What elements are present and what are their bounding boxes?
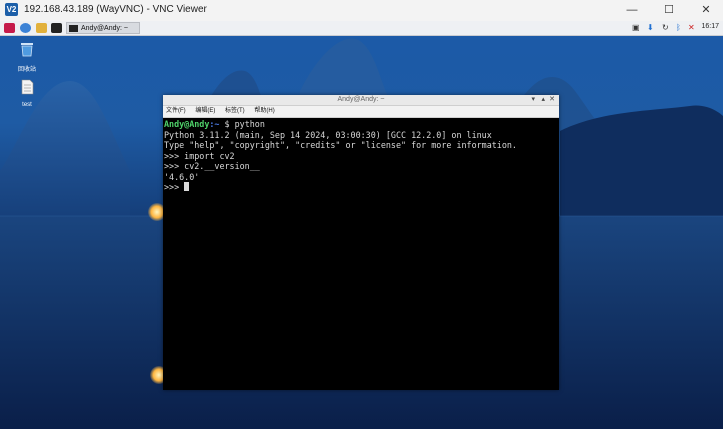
python-prompt: >>>	[164, 182, 185, 192]
output-line: Type "help", "copyright", "credits" or "…	[164, 140, 517, 150]
trash-icon	[21, 43, 33, 57]
menu-edit[interactable]: 编辑(E)	[195, 108, 215, 114]
prompt-user: Andy@Andy	[164, 119, 210, 129]
prompt-path: :~	[209, 119, 220, 129]
taskbar-terminal-button[interactable]: Andy@Andy: ~	[66, 22, 140, 34]
taskbar-button-label: Andy@Andy: ~	[81, 25, 128, 32]
terminal-output[interactable]: Andy@Andy:~ $ python Python 3.11.2 (main,…	[163, 118, 559, 193]
terminal-minimize-button[interactable]: ▾	[531, 95, 535, 105]
remote-desktop[interactable]: Andy@Andy: ~ ▣ ⬇ ↻ ᛒ ✕ 16:17 回收站 test An…	[0, 21, 723, 429]
terminal-title: Andy@Andy: ~	[337, 96, 385, 103]
menu-file[interactable]: 文件(F)	[166, 108, 186, 114]
output-line: >>> cv2.__version__	[164, 161, 260, 171]
menu-tabs[interactable]: 标签(T)	[225, 108, 245, 114]
raspberry-menu-icon[interactable]	[4, 23, 15, 33]
maximize-button[interactable]: ☐	[652, 0, 686, 21]
terminal-titlebar[interactable]: Andy@Andy: ~ ▾ ▴ ✕	[163, 95, 559, 106]
top-panel: Andy@Andy: ~ ▣ ⬇ ↻ ᛒ ✕ 16:17	[0, 21, 723, 36]
file-icon	[21, 79, 34, 95]
output-line: '4.6.0'	[164, 171, 200, 182]
desktop-icon-label: test	[22, 102, 32, 108]
output-line: >>> import cv2	[164, 150, 235, 161]
close-button[interactable]: ✕	[689, 0, 723, 21]
browser-icon[interactable]	[20, 23, 31, 33]
panel-clock: 16:17	[701, 23, 719, 30]
output-line: Python 3.11.2 (main, Sep 14 2024, 03:00:…	[164, 129, 492, 140]
desktop-icon-trash[interactable]: 回收站	[12, 41, 42, 73]
prompt-line: Andy@Andy:~ $ python	[164, 119, 558, 130]
prompt-symbol: $	[219, 119, 235, 129]
terminal-icon[interactable]	[51, 23, 62, 33]
desktop-icon-test[interactable]: test	[12, 79, 42, 108]
terminal-close-button[interactable]: ✕	[549, 95, 555, 105]
wifi-icon[interactable]: ✕	[688, 23, 695, 33]
menu-help[interactable]: 帮助(H)	[254, 108, 274, 114]
window-title: 192.168.43.189 (WayVNC) - VNC Viewer	[24, 4, 207, 15]
terminal-window[interactable]: Andy@Andy: ~ ▾ ▴ ✕ 文件(F) 编辑(E) 标签(T) 帮助(…	[163, 95, 559, 390]
vnc-tray-icon[interactable]: ▣	[632, 23, 640, 33]
vnc-titlebar: V2 192.168.43.189 (WayVNC) - VNC Viewer …	[0, 0, 723, 22]
terminal-mini-icon	[69, 25, 78, 32]
file-manager-icon[interactable]	[36, 23, 47, 33]
input-line[interactable]: >>>	[164, 182, 558, 193]
terminal-maximize-button[interactable]: ▴	[541, 95, 545, 105]
text-cursor	[184, 182, 190, 191]
download-icon[interactable]: ⬇	[647, 23, 654, 33]
desktop-icon-label: 回收站	[17, 67, 36, 73]
terminal-menubar: 文件(F) 编辑(E) 标签(T) 帮助(H)	[163, 106, 559, 118]
bluetooth-icon[interactable]: ᛒ	[676, 23, 681, 33]
sync-icon[interactable]: ↻	[662, 23, 669, 33]
minimize-button[interactable]: —	[615, 0, 649, 21]
vnc-logo-icon: V2	[5, 3, 18, 16]
command-text: python	[234, 119, 265, 129]
